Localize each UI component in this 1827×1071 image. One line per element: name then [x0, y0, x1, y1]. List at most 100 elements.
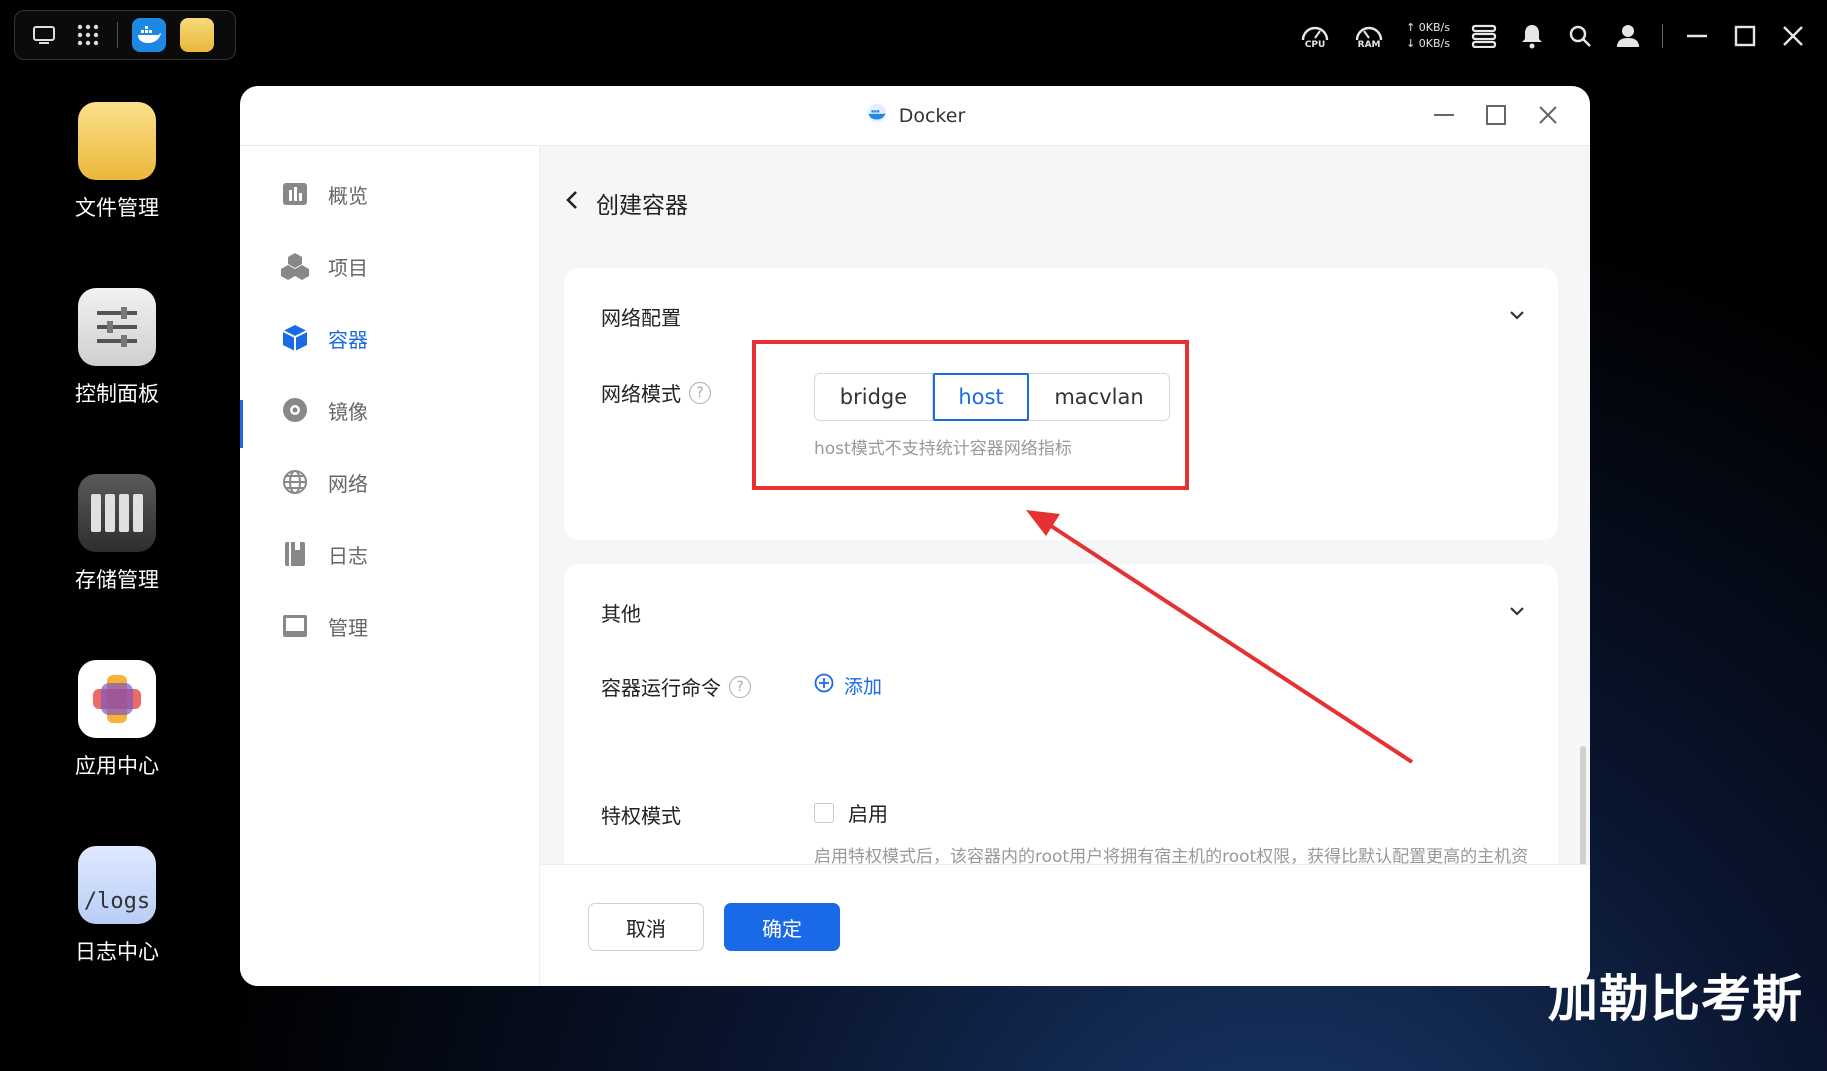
privileged-mode-label: 特权模式: [601, 804, 681, 828]
desktop-icon-app-center[interactable]: 应用中心: [72, 660, 162, 780]
sidebar-item-containers[interactable]: 容器: [280, 318, 368, 358]
privileged-mode-checkbox[interactable]: 启用: [814, 798, 888, 827]
scrollbar-thumb[interactable]: [1580, 746, 1586, 882]
desktop-icon-log-center[interactable]: /logs 日志中心: [72, 846, 162, 966]
sidebar-item-label: 管理: [328, 615, 368, 640]
chevron-down-icon[interactable]: [1506, 600, 1528, 622]
server-list-icon[interactable]: [1470, 22, 1498, 50]
ram-meter[interactable]: RAM: [1352, 22, 1386, 50]
network-mode-label-text: 网络模式: [601, 382, 681, 406]
logs-badge: /logs: [83, 889, 151, 914]
system-tray: CPU RAM ↑ 0KB/s ↓ 0KB/s: [1298, 14, 1807, 58]
docker-taskbar-icon[interactable]: [132, 18, 166, 52]
globe-icon: [280, 467, 310, 497]
help-icon[interactable]: ?: [689, 381, 711, 404]
chart-icon: [280, 179, 310, 209]
sidebar-active-indicator: [240, 400, 243, 448]
file-manager-taskbar-icon[interactable]: [180, 18, 214, 52]
add-command-button[interactable]: 添加: [814, 672, 882, 699]
desktop-icon-label: 控制面板: [75, 382, 159, 406]
logs-icon: /logs: [78, 846, 156, 924]
disc-icon: [280, 395, 310, 425]
upload-arrow-icon: ↑: [1406, 21, 1416, 34]
download-arrow-icon: ↓: [1406, 37, 1416, 50]
main-content: 创建容器 网络配置 网络模式 ? bridge host macvlan hos…: [540, 146, 1590, 986]
sidebar-item-label: 项目: [328, 255, 368, 280]
ram-label: RAM: [1357, 40, 1381, 50]
window-icon: [280, 611, 310, 641]
window-titlebar[interactable]: Docker: [240, 86, 1590, 146]
form-footer: 取消 确定: [540, 864, 1590, 986]
plus-circle-icon: [814, 673, 834, 698]
taskbar-launcher: [14, 10, 236, 60]
chevron-down-icon[interactable]: [1506, 304, 1528, 326]
page-header: 创建容器: [564, 186, 688, 220]
cancel-button[interactable]: 取消: [588, 903, 704, 951]
desktop-icon-label: 应用中心: [75, 754, 159, 778]
cube-icon: [280, 323, 310, 353]
container-command-label-text: 容器运行命令: [601, 676, 721, 700]
user-icon[interactable]: [1614, 22, 1642, 50]
window-maximize-icon[interactable]: [1484, 100, 1508, 130]
tray-divider: [1662, 24, 1663, 48]
taskbar-divider: [117, 22, 118, 48]
network-mode-label: 网络模式 ?: [601, 378, 711, 407]
search-icon[interactable]: [1566, 22, 1594, 50]
close-icon[interactable]: [1779, 22, 1807, 50]
sidebar-item-management[interactable]: 管理: [280, 606, 368, 646]
other-card-title: 其他: [601, 602, 641, 626]
checkbox-box[interactable]: [814, 802, 834, 823]
sidebar-item-images[interactable]: 镜像: [280, 390, 368, 430]
add-command-label: 添加: [844, 676, 883, 698]
container-command-label: 容器运行命令 ?: [601, 672, 751, 701]
gauge-icon: [1355, 26, 1383, 41]
confirm-button[interactable]: 确定: [724, 903, 840, 951]
gauge-icon: [1301, 26, 1329, 41]
sidebar-item-label: 日志: [328, 543, 368, 568]
upload-speed: 0KB/s: [1418, 21, 1450, 34]
desktop-icon-label: 日志中心: [75, 940, 159, 964]
annotation-highlight-box: [752, 340, 1189, 490]
docker-logo-icon: [865, 103, 889, 128]
bell-icon[interactable]: [1518, 22, 1546, 50]
network-config-title: 网络配置: [601, 306, 681, 330]
other-card: 其他 容器运行命令 ? 添加 特权模式 启用 启用特权模式后，该容器内的root…: [564, 564, 1558, 904]
storage-drives-icon: [78, 474, 156, 552]
page-title: 创建容器: [596, 193, 688, 219]
download-speed: 0KB/s: [1418, 37, 1450, 50]
show-desktop-icon[interactable]: [29, 20, 59, 50]
book-icon: [280, 539, 310, 569]
sidebar-item-label: 镜像: [328, 399, 368, 424]
cubes-icon: [280, 251, 310, 281]
window-title: Docker: [865, 103, 965, 128]
sidebar-item-network[interactable]: 网络: [280, 462, 368, 502]
maximize-icon[interactable]: [1731, 22, 1759, 50]
sidebar-item-logs[interactable]: 日志: [280, 534, 368, 574]
enable-label: 启用: [848, 802, 888, 826]
help-icon[interactable]: ?: [729, 675, 751, 698]
app-grid-icon[interactable]: [73, 20, 103, 50]
sidebar-item-label: 容器: [328, 327, 368, 352]
network-speed: ↑ 0KB/s ↓ 0KB/s: [1406, 20, 1450, 52]
sidebar: 概览 项目 容器 镜像 网络 日志 管理: [240, 146, 540, 986]
window-controls: [1432, 100, 1560, 130]
sidebar-item-label: 概览: [328, 183, 368, 208]
sliders-icon: [78, 288, 156, 366]
docker-window: Docker 概览 项目 容器 镜像 网络 日志 管理 创建容器 网络配置 网络…: [240, 86, 1590, 986]
desktop-icon-storage[interactable]: 存储管理: [72, 474, 162, 594]
desktop-icon-control-panel[interactable]: 控制面板: [72, 288, 162, 408]
cpu-meter[interactable]: CPU: [1298, 22, 1332, 50]
desktop-icon-label: 存储管理: [75, 568, 159, 592]
sidebar-item-overview[interactable]: 概览: [280, 174, 368, 214]
minimize-icon[interactable]: [1683, 22, 1711, 50]
back-chevron-icon[interactable]: [564, 189, 580, 217]
window-close-icon[interactable]: [1536, 100, 1560, 130]
app-center-icon: [78, 660, 156, 738]
cpu-label: CPU: [1304, 40, 1326, 50]
sidebar-item-projects[interactable]: 项目: [280, 246, 368, 286]
desktop-icon-file-manager[interactable]: 文件管理: [72, 102, 162, 222]
desktop-icon-label: 文件管理: [75, 196, 159, 220]
watermark-text: 加勒比考斯: [1548, 970, 1803, 1028]
sidebar-item-label: 网络: [328, 471, 368, 496]
window-minimize-icon[interactable]: [1432, 100, 1456, 130]
